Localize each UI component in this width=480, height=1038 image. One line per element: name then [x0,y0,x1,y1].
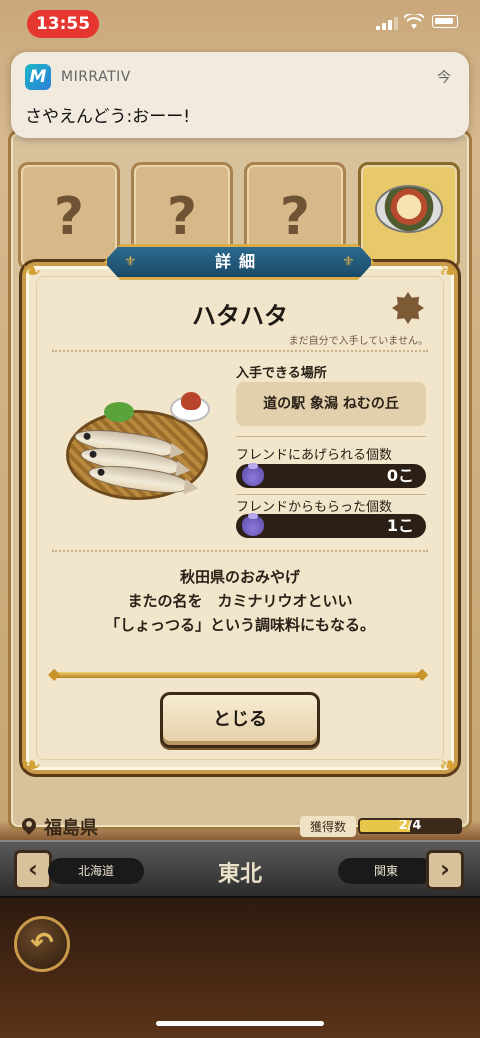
rope-divider [54,672,426,678]
obtained-label: 獲得数 [300,816,356,837]
divider [52,550,428,552]
home-indicator[interactable] [156,1021,324,1026]
divider [52,350,428,352]
modal-header-title: 詳細 [214,252,263,271]
status-time: 13:55 [27,10,99,38]
unknown-mark: ? [166,187,198,247]
divider [236,494,426,495]
close-button[interactable]: とじる [160,692,320,748]
obtained-count: 2/4 [398,818,422,833]
hatahata-fish-illustration [66,392,210,504]
garnish-leaf [104,402,134,422]
fleur-ornament-icon: ⚜ [124,254,137,270]
food-plate-icon [375,185,443,233]
wifi-icon [404,14,424,29]
prev-region-button[interactable]: ‹ [14,850,52,890]
chevron-right-icon: › [440,855,450,883]
description-line: またの名を カミナリウオといい [127,592,353,610]
rope-end-ornament-icon: ◆ [416,664,429,683]
received-count-bar: 1こ [236,513,426,538]
item-name: ハタハタ [192,302,288,330]
prev-region-label[interactable]: 北海道 [48,858,144,884]
unknown-mark: ? [53,187,85,247]
gift-bag-icon [242,463,264,486]
not-obtained-note: まだ自分で入手していません。 [288,336,428,347]
undo-arrow-icon: ↶ [30,926,54,959]
region-title: 東北 [217,862,262,887]
battery-icon [432,15,458,28]
giveable-label: フレンドにあげられる個数 [236,448,393,463]
divider [236,436,426,437]
cellular-signal-icon [376,16,400,30]
push-notification[interactable]: M MIRRATIV 今 さやえんどう:おーー! [11,52,469,138]
corner-ornament-icon: ❧ [20,751,42,779]
rope-end-ornament-icon: ◆ [48,664,61,683]
giveable-count-bar: 0こ [236,463,426,488]
mirrativ-app-icon: M [25,64,51,90]
obtained-progress-bar: 2/4 [358,818,462,834]
region-nav-bar: ‹ 北海道 東北 関東 › [0,840,480,898]
location-label: 入手できる場所 [236,366,327,381]
chevron-left-icon: ‹ [28,855,38,883]
next-region-label[interactable]: 関東 [338,858,434,884]
notification-message: さやえんどう:おーー! [25,107,191,127]
received-label: フレンドからもらった個数 [236,500,393,515]
map-pin-icon [22,818,36,836]
prefecture-name: 福島県 [44,818,98,839]
giveable-count: 0こ [386,466,414,485]
next-region-button[interactable]: › [426,850,464,890]
corner-ornament-icon: ❧ [20,257,42,285]
fleur-ornament-icon: ⚜ [342,254,355,270]
corner-ornament-icon: ❧ [438,257,460,285]
received-count: 1こ [386,516,414,535]
description-line: 秋田県のおみやげ [179,568,300,586]
notification-app-name: MIRRATIV [61,69,131,85]
location-value: 道の駅 象潟 ねむの丘 [236,382,426,426]
description-line: 「しょっつる」という調味料にもなる。 [104,616,375,634]
gift-bag-icon [242,513,264,536]
unknown-mark: ? [279,187,311,247]
sauce-dish [170,392,210,422]
back-button[interactable]: ↶ [14,916,70,972]
notification-time: 今 [437,70,451,86]
corner-ornament-icon: ❧ [438,751,460,779]
